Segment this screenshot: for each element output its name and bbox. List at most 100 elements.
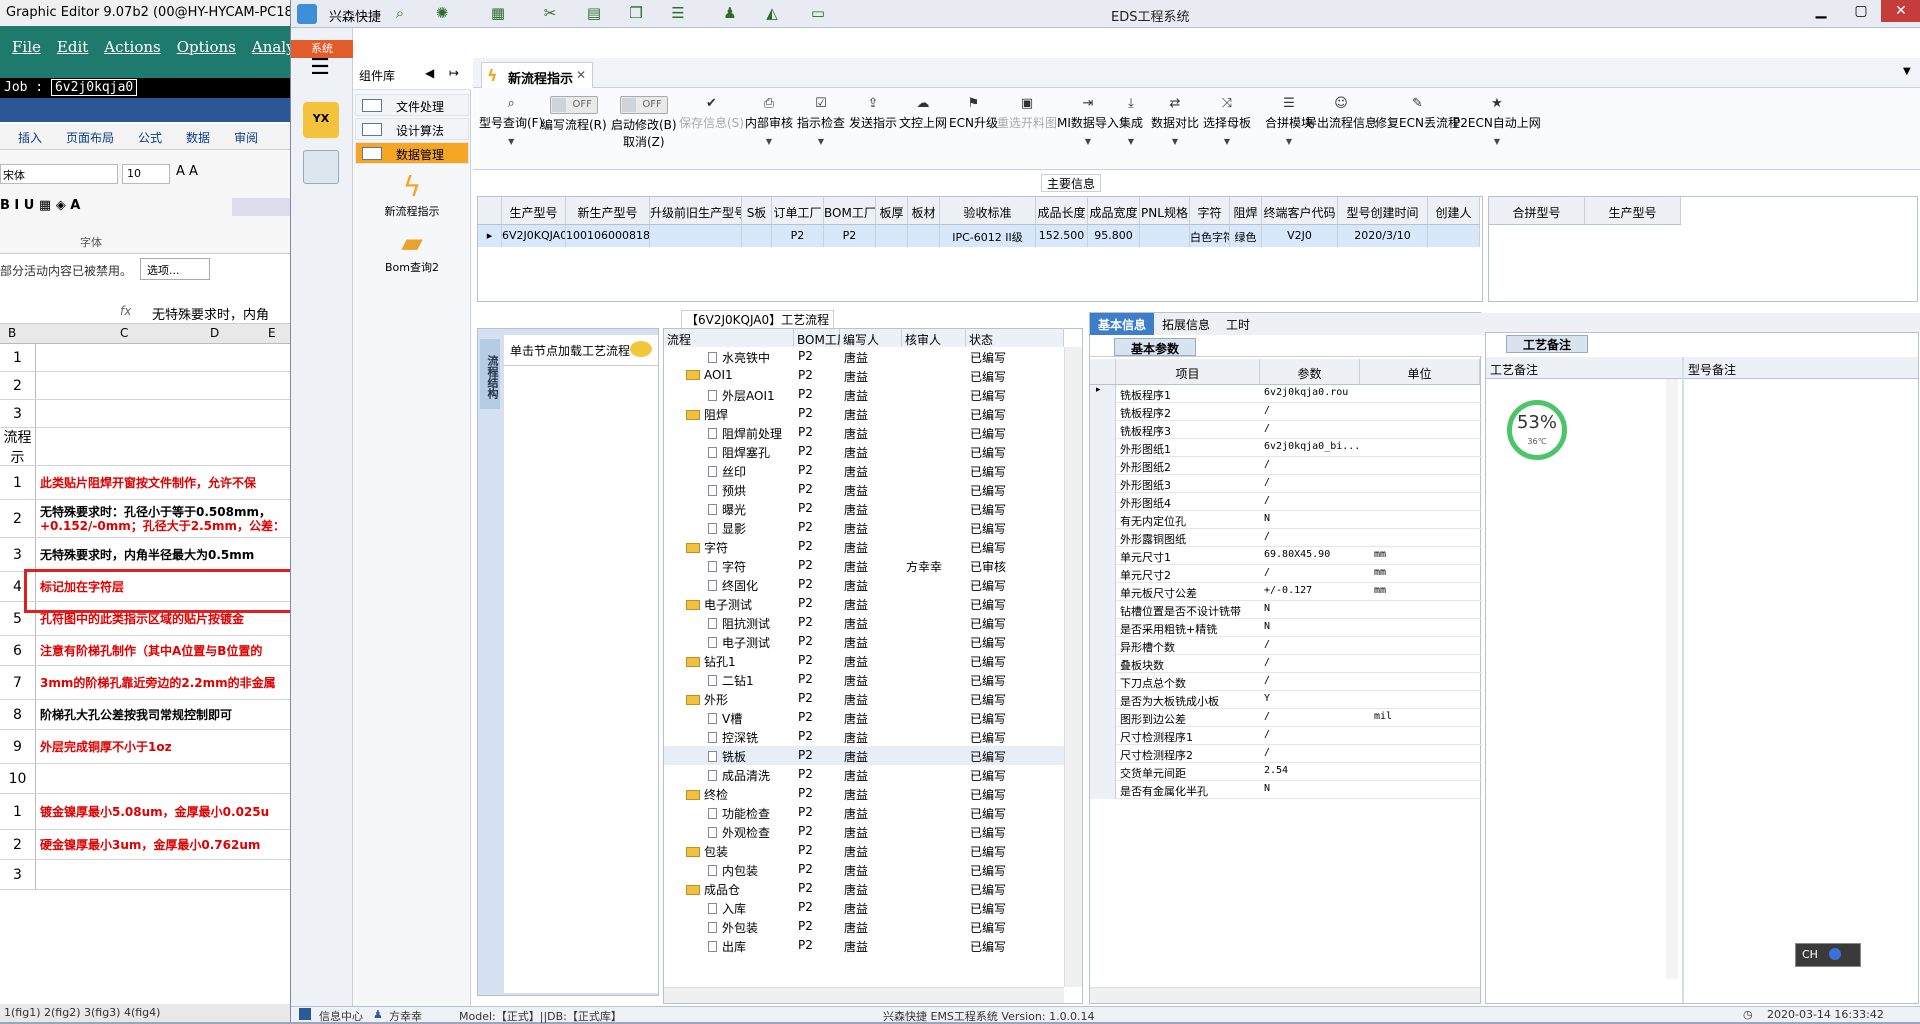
table-cell[interactable]: 白色字符 <box>1190 225 1230 247</box>
param-value[interactable]: / <box>1264 405 1364 416</box>
tree-row[interactable]: 内包装 P2 唐益 已编写 <box>664 860 1082 879</box>
sidebar-item-file[interactable]: 文件处理 <box>355 94 469 116</box>
params-hscrollbar[interactable] <box>1090 987 1480 1003</box>
table-cell[interactable]: P2 <box>772 225 824 247</box>
dropdown-icon[interactable]: ▼ <box>797 137 845 146</box>
row-selector[interactable] <box>1090 619 1116 637</box>
row-selector[interactable]: ▸ <box>478 225 502 247</box>
param-value[interactable]: / <box>1264 459 1364 470</box>
table-row[interactable]: 外形图纸3 / <box>1090 475 1482 493</box>
column-header[interactable]: 创建人 <box>1428 197 1480 224</box>
column-header[interactable]: 板厚 <box>876 197 908 224</box>
table-cell[interactable]: 10010600081843 <box>566 225 650 247</box>
menu-icon[interactable]: ☰ <box>305 57 335 80</box>
tab-menu-icon[interactable]: ▼ <box>1903 66 1911 77</box>
row-selector[interactable] <box>1090 781 1116 799</box>
monitor-icon[interactable]: ▭ <box>807 4 829 24</box>
tree-column-header[interactable]: 流程 <box>664 329 794 347</box>
user-icon[interactable]: ♟ <box>719 4 741 24</box>
table-cell[interactable] <box>1140 225 1190 247</box>
table-cell[interactable]: V2J0 <box>1262 225 1338 247</box>
param-value[interactable]: / <box>1264 531 1364 542</box>
sidebar-item-algorithm[interactable]: 设计算法 <box>355 118 469 140</box>
tree-row[interactable]: 钻孔1 P2 唐益 已编写 <box>664 651 1082 670</box>
pin-icon[interactable]: ↦ <box>449 66 459 80</box>
tree-row[interactable]: 阻焊 P2 唐益 已编写 <box>664 404 1082 423</box>
table-cell[interactable]: 绿色 <box>1230 225 1262 247</box>
tree-row[interactable]: 终检 P2 唐益 已编写 <box>664 784 1082 803</box>
dropdown-icon[interactable]: ▼ <box>1119 137 1143 146</box>
system-label[interactable]: 系统 <box>291 40 353 58</box>
info-tab[interactable]: 工时 <box>1218 313 1258 335</box>
process-structure-tab[interactable]: 流程结构 <box>480 339 500 409</box>
ime-indicator[interactable]: CH <box>1795 943 1861 967</box>
cut-icon[interactable]: ✂ <box>539 4 561 24</box>
table-row[interactable]: 外形图纸2 / <box>1090 457 1482 475</box>
column-header[interactable]: PNL规格 <box>1140 197 1190 224</box>
params-column-header[interactable]: 单位 <box>1360 359 1480 385</box>
cell-text[interactable]: 阶梯孔大孔公差按我司常规控制即可 <box>36 706 232 723</box>
row-selector[interactable] <box>1090 529 1116 547</box>
menu-item[interactable]: Options <box>177 38 236 56</box>
row-selector[interactable] <box>1090 673 1116 691</box>
column-header[interactable]: 字符 <box>1190 197 1230 224</box>
cell-text[interactable]: 此类贴片阻焊开窗按文件制作，允许不保 <box>36 474 256 491</box>
row-selector[interactable] <box>1090 439 1116 457</box>
toolbar-button-3[interactable]: ✔ 保存信息(S) <box>679 96 744 131</box>
table-cell[interactable]: IPC-6012 II级 <box>940 225 1036 247</box>
maximize-button[interactable]: ▢ <box>1841 0 1881 22</box>
cell-text[interactable]: 镀金镍厚最小5.08um，金厚最小0.025u <box>36 803 269 820</box>
tree-row[interactable]: 铣板 P2 唐益 已编写 <box>664 746 1082 765</box>
param-value[interactable]: N <box>1264 621 1364 632</box>
menu-item[interactable]: File <box>12 38 41 56</box>
calculator-icon[interactable] <box>303 150 339 184</box>
table-row[interactable]: 单元尺寸2 / mm <box>1090 565 1482 583</box>
row-selector[interactable] <box>1090 403 1116 421</box>
cell-text[interactable]: 注意有阶梯孔制作（其中A位置与B位置的 <box>36 642 262 659</box>
toolbar-button-7[interactable]: ☁ 文控上网 <box>899 96 947 131</box>
row-selector[interactable] <box>1090 745 1116 763</box>
row-selector[interactable]: ▸ <box>1090 385 1116 403</box>
tree-row[interactable]: 功能检查 P2 唐益 已编写 <box>664 803 1082 822</box>
toolbar-button-11[interactable]: ⤓ 集成 ▼ <box>1119 96 1143 146</box>
param-value[interactable]: / <box>1264 477 1364 488</box>
toolbar-button-6[interactable]: ⇪ 发送指示 <box>849 96 897 131</box>
home-icon[interactable] <box>299 1008 311 1020</box>
table-row[interactable]: 交货单元间距 2.54 <box>1090 763 1482 781</box>
dropdown-icon[interactable]: ▼ <box>1453 137 1541 146</box>
options-button[interactable]: 选项... <box>140 258 210 280</box>
row-selector[interactable] <box>1090 547 1116 565</box>
column-header[interactable]: 新生产型号 <box>566 197 650 224</box>
params-column-header[interactable]: 参数 <box>1260 359 1360 385</box>
tree-column-header[interactable]: BOM工厂 <box>794 329 849 347</box>
collapse-icon[interactable]: ◀ <box>425 66 434 80</box>
row-selector[interactable] <box>1090 583 1116 601</box>
row-selector[interactable] <box>1090 565 1116 583</box>
toolbar-button-17[interactable]: ★ P2ECN自动上网 ▼ <box>1453 96 1541 146</box>
bom-query-item[interactable]: ▰ Bom查询2 <box>353 226 471 275</box>
param-value[interactable]: / <box>1264 729 1364 740</box>
cell-text[interactable]: 3mm的阶梯孔靠近旁边的2.2mm的非金属 <box>36 674 276 691</box>
param-value[interactable]: Y <box>1264 693 1364 704</box>
cell-text[interactable]: 外层完成铜厚不小于1oz <box>36 738 172 755</box>
param-value[interactable]: 6v2j0kqja0_bi... <box>1264 441 1364 452</box>
tree-row[interactable]: 终固化 P2 唐益 已编写 <box>664 575 1082 594</box>
column-header[interactable]: 型号创建时间 <box>1338 197 1428 224</box>
param-value[interactable]: / <box>1264 423 1364 434</box>
tree-row[interactable]: 包装 P2 唐益 已编写 <box>664 841 1082 860</box>
align-icons[interactable] <box>232 198 292 216</box>
column-header[interactable]: 生产型号 <box>1585 197 1681 224</box>
column-header[interactable]: 升级前旧生产型号 <box>650 197 742 224</box>
row-selector[interactable] <box>1090 601 1116 619</box>
table-row[interactable]: 尺寸检测程序2 / <box>1090 745 1482 763</box>
toolbar-button-0[interactable]: ⌕ 型号查询(F) ▼ <box>479 96 543 146</box>
toolbar-button-16[interactable]: ✎ 修复ECN丢流程 <box>1375 96 1460 131</box>
font-name-select[interactable]: 宋体 <box>0 164 118 184</box>
dropdown-icon[interactable]: ▼ <box>479 137 543 146</box>
settings-icon[interactable]: ✺ <box>431 4 453 24</box>
table-row[interactable]: 图形到边公差 / mil <box>1090 709 1482 727</box>
tree-row[interactable]: 电子测试 P2 唐益 已编写 <box>664 632 1082 651</box>
table-cell[interactable] <box>908 225 940 247</box>
font-size-select[interactable]: 10 <box>122 164 170 184</box>
cell-text[interactable]: 无特殊要求时，内角半径最大为0.5mm <box>36 546 254 563</box>
